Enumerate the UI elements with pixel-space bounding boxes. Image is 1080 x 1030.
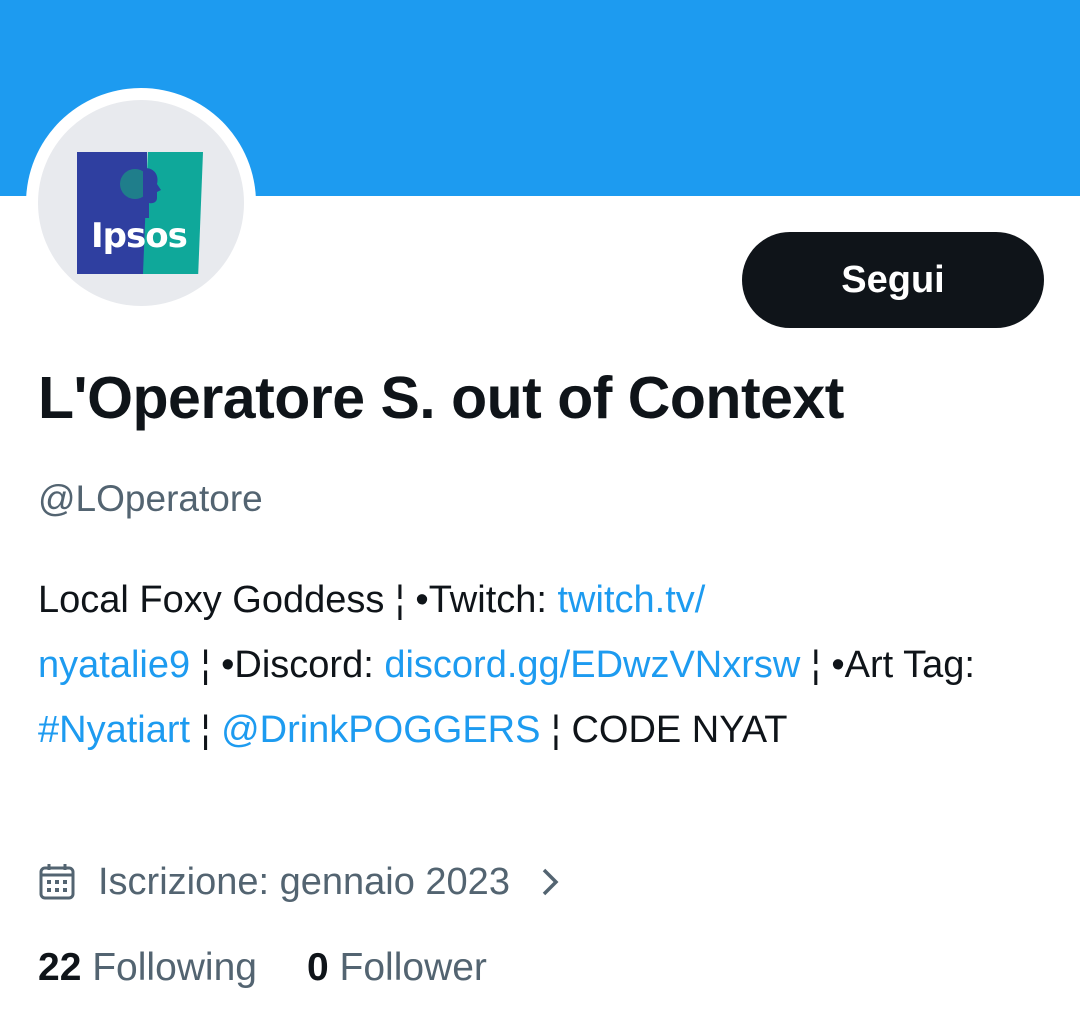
bio-text: ¦ •Art Tag:	[800, 644, 975, 686]
bio: Local Foxy Goddess ¦ •Twitch: twitch.tv/…	[38, 568, 1048, 763]
follow-button[interactable]: Segui	[742, 232, 1044, 328]
following-label: Following	[92, 946, 257, 989]
twitch-link-part-1[interactable]: twitch.tv/	[558, 579, 706, 621]
avatar[interactable]: Ipsos	[26, 88, 256, 318]
following-stat[interactable]: 22 Following	[38, 946, 257, 990]
avatar-logo-text: Ipsos	[91, 216, 188, 256]
ipsos-logo: Ipsos	[77, 152, 203, 274]
follower-label: Follower	[339, 946, 487, 989]
bio-text: ¦ CODE NYAT	[540, 709, 788, 751]
twitch-link-part-2[interactable]: nyatalie9	[38, 644, 190, 686]
calendar-icon	[39, 864, 75, 900]
head-silhouette-icon	[120, 168, 161, 218]
user-handle: @LOperatore	[38, 478, 263, 519]
join-date-row[interactable]: Iscrizione: gennaio 2023	[38, 852, 562, 912]
follower-stat[interactable]: 0 Follower	[307, 946, 487, 990]
hashtag-link[interactable]: #Nyatiart	[38, 709, 190, 751]
bio-text: Local Foxy Goddess ¦ •Twitch:	[38, 579, 558, 621]
discord-link[interactable]: discord.gg/EDwzVNxrsw	[384, 644, 800, 686]
mention-link[interactable]: @DrinkPOGGERS	[221, 709, 540, 751]
following-count: 22	[38, 946, 82, 989]
bio-text: ¦ •Discord:	[190, 644, 385, 686]
join-date: Iscrizione: gennaio 2023	[98, 860, 510, 903]
follower-count: 0	[306, 946, 329, 989]
bio-text: ¦	[190, 709, 222, 751]
follow-stats: 22 Following 0 Follower	[38, 946, 537, 990]
avatar-image: Ipsos	[38, 100, 244, 306]
display-name: L'Operatore S. out of Context	[38, 365, 844, 431]
chevron-right-icon[interactable]	[538, 866, 562, 898]
